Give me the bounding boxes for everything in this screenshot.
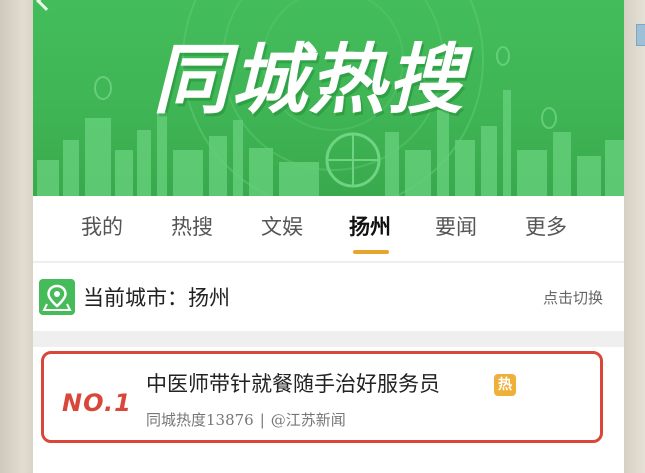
tab-yangzhou[interactable]: 扬州: [349, 214, 391, 240]
background-left: [0, 0, 33, 473]
banner-title: 同城热搜: [153, 35, 465, 124]
news-meta: 同城热度13876 | @江苏新闻: [146, 410, 346, 430]
news-source[interactable]: @江苏新闻: [271, 411, 346, 429]
switch-city-link[interactable]: 点击切换: [543, 287, 603, 309]
category-tabs: 我的 热搜 文娱 扬州 要闻 更多: [33, 196, 624, 262]
rank-label: NO.1: [62, 389, 132, 417]
location-pin-icon: [39, 279, 75, 315]
hot-search-banner: 同城热搜: [33, 0, 624, 196]
tab-headlines[interactable]: 要闻: [435, 214, 477, 240]
tab-more[interactable]: 更多: [525, 214, 567, 240]
tab-entertainment[interactable]: 文娱: [261, 214, 303, 240]
tab-mine[interactable]: 我的: [81, 214, 123, 240]
hot-news-list: NO.1 中医师带针就餐随手治好服务员 热 同城热度13876 | @江苏新闻: [33, 347, 624, 473]
meta-separator: |: [259, 411, 265, 429]
current-city-bar: 当前城市：扬州 点击切换: [33, 263, 624, 331]
hot-badge: 热: [494, 374, 516, 396]
heat-value: 同城热度13876: [146, 411, 254, 429]
current-city-label: 当前城市：扬州: [83, 286, 230, 310]
background-right: [624, 0, 645, 473]
tab-hot-search[interactable]: 热搜: [171, 214, 213, 240]
news-title[interactable]: 中医师带针就餐随手治好服务员: [146, 370, 440, 398]
phone-screen: 同城热搜 我的 热搜 文娱 扬州 要闻 更多 当前城市：扬州 点击切换 NO.1…: [33, 0, 624, 473]
desktop-icon-edge: [636, 24, 645, 46]
list-item[interactable]: NO.1 中医师带针就餐随手治好服务员 热 同城热度13876 | @江苏新闻: [41, 351, 603, 443]
active-tab-indicator: [353, 250, 389, 254]
section-divider: [33, 331, 624, 347]
